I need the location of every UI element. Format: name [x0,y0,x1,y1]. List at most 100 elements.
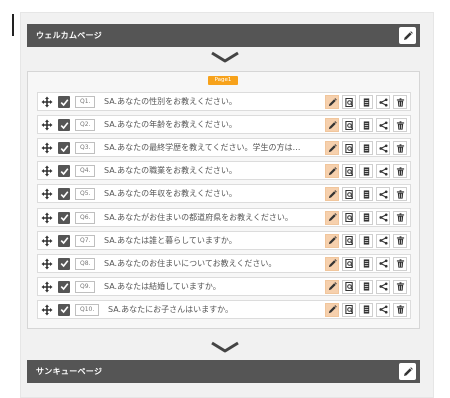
question-row[interactable]: Q10. SA.あなたにお子さんはいますか。 [37,299,411,319]
branch-button[interactable] [376,302,390,317]
thanks-edit-button[interactable] [399,363,416,380]
pencil-button[interactable] [325,95,339,109]
question-row[interactable]: Q3. SA.あなたの最終学歴を教えてください。学生の方は… [37,138,411,158]
question-text[interactable]: SA.あなたの年収をお教えください。 [104,185,314,202]
pencil-button[interactable] [325,187,339,202]
preview-button[interactable] [342,118,356,133]
question-text[interactable]: SA.あなたにお子さんはいますか。 [108,301,318,318]
pencil-icon [403,366,413,376]
move-icon[interactable] [41,258,53,270]
move-icon[interactable] [41,119,53,131]
preview-button[interactable] [342,302,356,317]
trash-icon [396,236,404,245]
trash-button[interactable] [393,118,407,133]
branch-button[interactable] [376,187,390,202]
question-checkbox[interactable] [58,211,70,224]
question-row[interactable]: Q2. SA.あなたの年齢をお教えください。 [37,115,411,135]
trash-button[interactable] [393,187,407,202]
question-checkbox[interactable] [58,303,70,316]
trash-button[interactable] [393,233,407,248]
question-checkbox[interactable] [58,234,70,247]
question-row[interactable]: Q8. SA.あなたのお住まいについてお教えください。 [37,253,411,273]
preview-icon [344,213,353,222]
move-icon[interactable] [41,235,53,247]
pencil-button[interactable] [325,210,339,225]
question-text[interactable]: SA.あなたは誰と暮らしていますか。 [104,232,314,249]
question-checkbox[interactable] [58,165,70,178]
question-row[interactable]: Q5. SA.あなたの年収をお教えください。 [37,184,411,204]
logic-button[interactable] [359,279,373,294]
move-icon[interactable] [41,281,53,293]
question-row[interactable]: Q7. SA.あなたは誰と暮らしていますか。 [37,230,411,250]
welcome-edit-button[interactable] [399,27,416,44]
trash-button[interactable] [393,302,407,317]
question-text[interactable]: SA.あなたのお住まいについてお教えください。 [104,255,314,272]
logic-button[interactable] [359,164,373,179]
branch-button[interactable] [376,233,390,248]
preview-button[interactable] [342,233,356,248]
question-checkbox[interactable] [58,96,70,108]
branch-button[interactable] [376,279,390,294]
question-checkbox[interactable] [58,257,70,270]
question-text[interactable]: SA.あなたは結婚していますか。 [104,278,314,295]
trash-button[interactable] [393,256,407,271]
page-badge: Page1 [208,76,238,85]
move-icon[interactable] [41,188,53,200]
pencil-button[interactable] [325,118,339,133]
trash-button[interactable] [393,164,407,179]
question-text[interactable]: SA.あなたがお住まいの都道府県をお教えください。 [104,209,314,226]
branch-button[interactable] [376,141,390,156]
logic-button[interactable] [359,118,373,133]
move-icon[interactable] [41,165,53,177]
logic-button[interactable] [359,210,373,225]
pencil-button[interactable] [325,279,339,294]
question-row[interactable]: Q4. SA.あなたの職業をお教えください。 [37,161,411,181]
pencil-icon [328,166,337,175]
trash-button[interactable] [393,95,407,109]
question-row[interactable]: Q1. SA.あなたの性別をお教えください。 [37,92,411,111]
trash-icon [396,282,404,291]
preview-button[interactable] [342,95,356,109]
pencil-button[interactable] [325,141,339,156]
preview-button[interactable] [342,141,356,156]
move-icon[interactable] [41,212,53,224]
logic-button[interactable] [359,141,373,156]
logic-button[interactable] [359,95,373,109]
branch-button[interactable] [376,95,390,109]
question-text[interactable]: SA.あなたの最終学歴を教えてください。学生の方は… [104,139,314,156]
trash-button[interactable] [393,279,407,294]
question-text[interactable]: SA.あなたの年齢をお教えください。 [104,116,314,133]
pencil-button[interactable] [325,233,339,248]
move-icon[interactable] [41,142,53,154]
question-row[interactable]: Q6. SA.あなたがお住まいの都道府県をお教えください。 [37,207,411,227]
question-text[interactable]: SA.あなたの職業をお教えください。 [104,162,314,179]
logic-button[interactable] [359,187,373,202]
branch-button[interactable] [376,118,390,133]
move-icon[interactable] [41,96,53,108]
preview-button[interactable] [342,164,356,179]
question-text[interactable]: SA.あなたの性別をお教えください。 [104,93,314,110]
preview-icon [344,282,353,292]
preview-button[interactable] [342,187,356,202]
question-checkbox[interactable] [58,188,70,201]
logic-button[interactable] [359,233,373,248]
preview-button[interactable] [342,256,356,271]
question-checkbox[interactable] [58,142,70,155]
branch-button[interactable] [376,210,390,225]
pencil-button[interactable] [325,256,339,271]
question-checkbox[interactable] [58,119,70,132]
check-icon [60,121,68,129]
preview-button[interactable] [342,210,356,225]
logic-button[interactable] [359,256,373,271]
branch-button[interactable] [376,164,390,179]
move-icon[interactable] [41,304,53,316]
pencil-button[interactable] [325,302,339,317]
trash-button[interactable] [393,141,407,156]
trash-button[interactable] [393,210,407,225]
pencil-button[interactable] [325,164,339,179]
question-row[interactable]: Q9. SA.あなたは結婚していますか。 [37,276,411,296]
logic-button[interactable] [359,302,373,317]
preview-button[interactable] [342,279,356,294]
branch-button[interactable] [376,256,390,271]
question-checkbox[interactable] [58,280,70,293]
